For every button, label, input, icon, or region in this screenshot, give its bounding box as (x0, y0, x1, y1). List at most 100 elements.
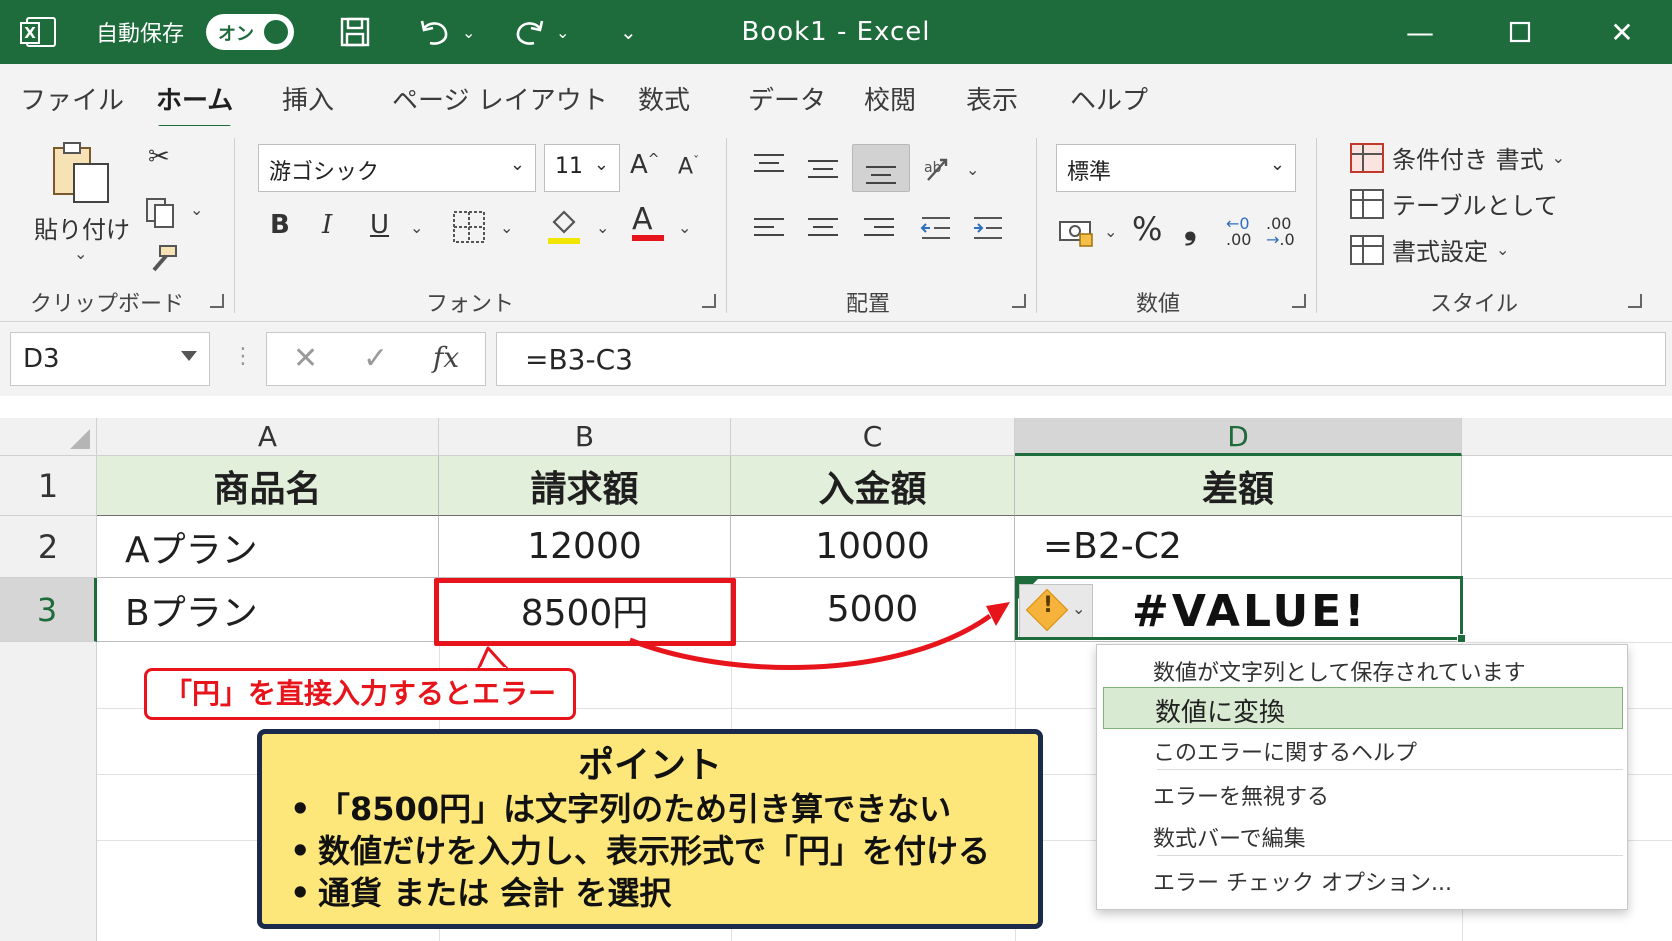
font-color-button[interactable]: A (632, 202, 664, 241)
tab-help[interactable]: ヘルプ (1070, 80, 1148, 117)
menu-item-error-checking-options[interactable]: エラー チェック オプション... (1153, 865, 1452, 897)
middle-align-icon[interactable] (808, 160, 838, 182)
autosave-toggle[interactable]: オン (206, 0, 294, 64)
align-center-icon[interactable] (808, 218, 838, 240)
top-align-icon[interactable] (754, 154, 784, 176)
cancel-icon[interactable]: ✕ (293, 341, 318, 376)
cell-styles-label: 書式設定 (1392, 238, 1488, 266)
orientation-icon[interactable]: ab (924, 154, 958, 188)
font-group-label: フォント (426, 292, 515, 317)
column-header-d[interactable]: D (1015, 418, 1462, 456)
enter-icon[interactable]: ✓ (363, 341, 388, 376)
decrease-font-size-icon[interactable]: Aˇ (678, 154, 699, 179)
font-launcher-icon[interactable] (702, 294, 716, 308)
italic-button[interactable]: I (322, 210, 332, 240)
copy-icon[interactable] (144, 196, 176, 232)
tab-view[interactable]: 表示 (966, 80, 1018, 117)
align-right-icon[interactable] (864, 218, 894, 240)
accounting-dropdown-icon[interactable]: ⌄ (1104, 222, 1117, 241)
increase-decimal-button[interactable]: ←0.00 (1226, 216, 1251, 248)
decrease-indent-icon[interactable] (918, 214, 952, 246)
increase-font-size-icon[interactable]: A^ (630, 150, 660, 180)
menu-item-ignore-error[interactable]: エラーを無視する (1153, 779, 1329, 811)
paste-icon[interactable] (50, 140, 112, 208)
customize-quick-access-icon[interactable]: ⌄ (620, 0, 637, 64)
clipboard-launcher-icon[interactable] (210, 294, 224, 308)
borders-icon[interactable] (452, 210, 486, 248)
tab-page-layout[interactable]: ページ レイアウト (392, 80, 608, 117)
cell-c1[interactable]: 入金額 (731, 456, 1015, 516)
underline-button[interactable]: U (370, 210, 389, 240)
cell-d2[interactable]: =B2-C2 (1015, 516, 1462, 578)
undo-icon[interactable] (418, 0, 452, 64)
decrease-decimal-button[interactable]: .00 →.0 (1266, 216, 1295, 248)
row-header-1[interactable]: 1 (0, 456, 97, 516)
number-format-select[interactable]: 標準 ⌄ (1056, 144, 1296, 192)
cell-d1[interactable]: 差額 (1015, 456, 1462, 516)
undo-dropdown-icon[interactable]: ⌄ (462, 0, 475, 64)
name-box[interactable]: D3 (10, 332, 210, 386)
cut-icon[interactable]: ✂ (148, 142, 170, 172)
column-header-b[interactable]: B (439, 418, 731, 456)
tab-insert[interactable]: 挿入 (282, 80, 334, 117)
paste-label[interactable]: 貼り付け (34, 210, 130, 245)
error-check-button[interactable]: ! ⌄ (1019, 584, 1093, 638)
cell-b2[interactable]: 12000 (439, 516, 731, 578)
cell-a3[interactable]: Bプラン (97, 578, 439, 642)
row-header-3[interactable]: 3 (0, 578, 97, 642)
underline-dropdown-icon[interactable]: ⌄ (410, 218, 423, 237)
close-icon[interactable]: ✕ (1592, 0, 1652, 64)
paste-dropdown-icon[interactable]: ⌄ (74, 244, 87, 263)
fill-color-icon[interactable] (546, 206, 582, 250)
error-check-menu: 数値が文字列として保存されています 数値に変換 このエラーに関するヘルプ エラー… (1096, 644, 1628, 910)
fill-color-dropdown-icon[interactable]: ⌄ (596, 218, 609, 237)
menu-item-convert-to-number-label[interactable]: 数値に変換 (1155, 692, 1285, 729)
menu-item-help[interactable]: このエラーに関するヘルプ (1153, 735, 1417, 767)
error-callout: 「円」を直接入力するとエラー (144, 668, 576, 720)
tab-home[interactable]: ホーム (156, 80, 233, 129)
cell-c2[interactable]: 10000 (731, 516, 1015, 578)
save-icon[interactable] (340, 0, 370, 64)
borders-dropdown-icon[interactable]: ⌄ (500, 218, 513, 237)
comma-button[interactable]: ❟ (1184, 208, 1197, 247)
tab-data[interactable]: データ (748, 80, 826, 117)
column-header-a[interactable]: A (97, 418, 439, 456)
tab-file[interactable]: ファイル (20, 80, 124, 117)
orientation-dropdown-icon[interactable]: ⌄ (966, 160, 979, 179)
name-box-dropdown-icon[interactable] (181, 351, 197, 361)
select-all-button[interactable] (0, 418, 97, 456)
tab-formulas[interactable]: 数式 (638, 80, 690, 117)
formula-input[interactable]: =B3-C3 (496, 332, 1666, 386)
column-header-c[interactable]: C (731, 418, 1015, 456)
alignment-launcher-icon[interactable] (1012, 294, 1026, 308)
cell-a2[interactable]: Aプラン (97, 516, 439, 578)
minimize-icon[interactable]: — (1390, 0, 1450, 64)
font-size-select[interactable]: 11 ⌄ (544, 144, 620, 192)
font-name-select[interactable]: 游ゴシック ⌄ (258, 144, 536, 192)
menu-item-edit-in-formula-bar[interactable]: 数式バーで編集 (1153, 821, 1306, 853)
redo-icon[interactable] (512, 0, 546, 64)
cell-a1[interactable]: 商品名 (97, 456, 439, 516)
styles-launcher-icon[interactable] (1628, 294, 1642, 308)
accounting-format-icon[interactable] (1058, 218, 1094, 252)
font-color-dropdown-icon[interactable]: ⌄ (678, 218, 691, 237)
bold-button[interactable]: B (270, 210, 290, 240)
format-as-table-label: テーブルとして (1392, 192, 1558, 220)
cell-c3[interactable]: 5000 (731, 578, 1015, 642)
redo-dropdown-icon[interactable]: ⌄ (556, 0, 569, 64)
percent-button[interactable]: % (1132, 210, 1162, 248)
copy-dropdown-icon[interactable]: ⌄ (190, 200, 203, 219)
format-painter-icon[interactable] (146, 244, 180, 278)
row-header-2[interactable]: 2 (0, 516, 97, 578)
align-left-icon[interactable] (754, 218, 784, 240)
maximize-icon[interactable] (1490, 0, 1550, 64)
cell-b1[interactable]: 請求額 (439, 456, 731, 516)
cell-styles-button[interactable]: 書式設定 ⌄ (1350, 232, 1509, 267)
conditional-formatting-button[interactable]: 条件付き 書式 ⌄ (1350, 140, 1565, 175)
format-as-table-button[interactable]: テーブルとして (1350, 186, 1558, 221)
formula-bar-grip-icon[interactable]: ⋮ (232, 344, 254, 369)
number-launcher-icon[interactable] (1292, 294, 1306, 308)
insert-function-icon[interactable]: fx (433, 341, 459, 374)
tab-review[interactable]: 校閲 (864, 80, 916, 117)
increase-indent-icon[interactable] (970, 214, 1004, 246)
